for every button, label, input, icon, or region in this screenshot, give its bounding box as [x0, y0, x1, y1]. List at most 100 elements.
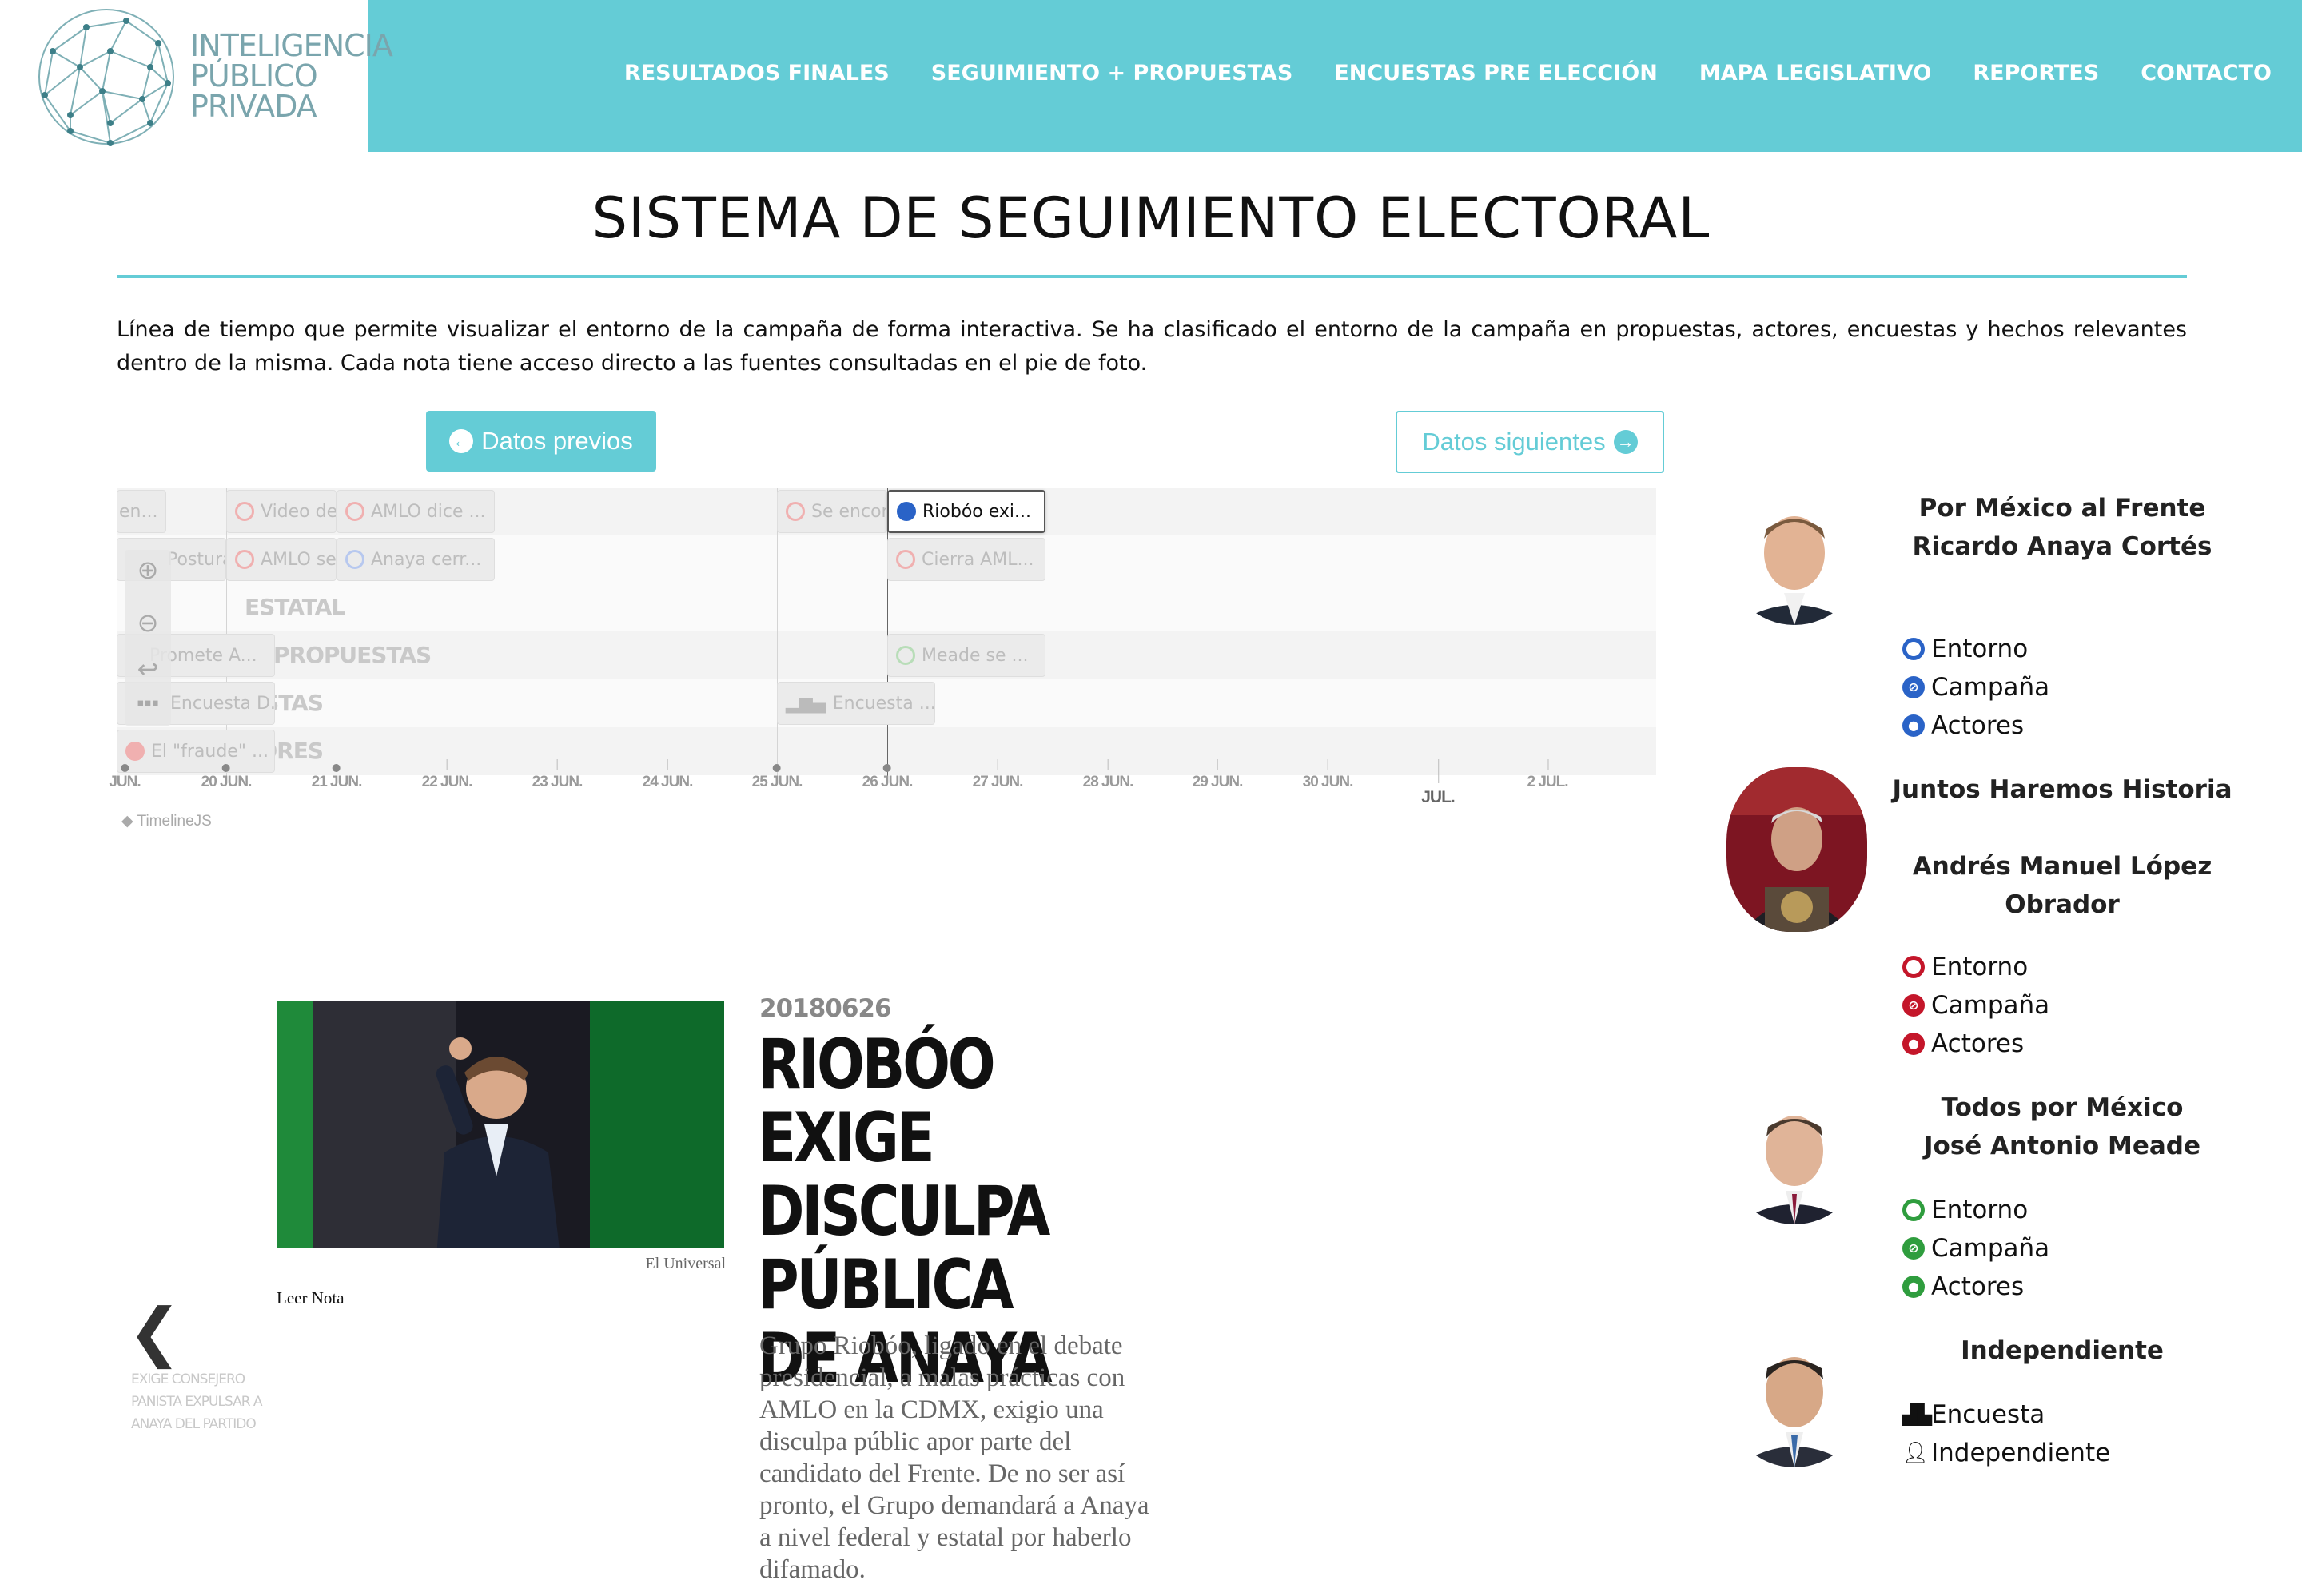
timeline-axis: JUN. 20 JUN. 21 JUN. 22 JUN. 23 JUN. 24 … [109, 759, 1656, 822]
candidate-legend: Entorno ⊘ Campaña ● Actores [1902, 1191, 2049, 1306]
marker-label: AMLO dice ... [371, 501, 486, 522]
campaign-icon [896, 550, 915, 569]
bar-chart-icon: ▟▙ [1902, 1403, 1932, 1426]
marker-label: El "fraude" ... [151, 741, 269, 762]
axis-tick: 30 JUN. [1303, 759, 1353, 791]
title-divider [117, 275, 2187, 278]
previous-slide-title[interactable]: EXIGE CONSEJERO PANISTA EXPULSAR A ANAYA… [131, 1368, 267, 1435]
timeline-marker[interactable]: Video de [226, 490, 337, 533]
next-data-button[interactable]: Datos siguientes → [1396, 411, 1664, 473]
arrow-left-circle-icon: ← [449, 429, 474, 453]
previous-data-label: Datos previos [481, 427, 633, 455]
timeline-marker[interactable]: AMLO se [226, 538, 337, 581]
marker-label: en... [119, 501, 158, 522]
bar-chart-icon: ▂▆▄ [786, 693, 826, 714]
timelinejs-credit[interactable]: ◆ TimelineJS [121, 812, 212, 830]
legend-item: ⊘ Campaña [1902, 986, 2049, 1025]
nav-mapa-legislativo[interactable]: MAPA LEGISLATIVO [1699, 61, 1932, 86]
nav-seguimiento-propuestas[interactable]: SEGUIMIENTO + PROPUESTAS [931, 61, 1293, 86]
previous-data-button[interactable]: ← Datos previos [426, 411, 656, 472]
zoom-in-icon[interactable]: ⊕ [125, 555, 171, 585]
back-arrow-icon[interactable]: ↩ [125, 654, 171, 684]
marker-label: AMLO se [261, 549, 337, 570]
axis-tick: 27 JUN. [973, 759, 1023, 791]
more-icon[interactable]: ▪▪▪ [125, 691, 171, 715]
campaign-icon [345, 550, 364, 569]
marker-label: Encuesta D... [170, 693, 275, 714]
timeline-row [117, 583, 1656, 631]
no-sign-icon: ⊘ [1902, 1237, 1925, 1260]
axis-tick: 21 JUN. [312, 764, 362, 791]
nav-resultados-finales[interactable]: RESULTADOS FINALES [624, 61, 890, 86]
speech-bubble-icon [786, 502, 805, 521]
candidate-coalition: Juntos Haremos Historia [1892, 775, 2232, 804]
next-data-label: Datos siguientes [1422, 428, 1606, 456]
image-credit[interactable]: El Universal [277, 1255, 726, 1273]
nav-encuestas-pre-eleccion[interactable]: ENCUESTAS PRE ELECCIÓN [1334, 61, 1657, 86]
chevron-left-icon[interactable]: ❮ [128, 1295, 181, 1369]
candidate-photo [1726, 1089, 1862, 1224]
timeline-marker[interactable]: Se encon [777, 490, 887, 533]
campaign-icon [235, 550, 254, 569]
legend-item: ⊘ Campaña [1902, 668, 2049, 706]
nav-reportes[interactable]: REPORTES [1973, 61, 2099, 86]
axis-tick: 29 JUN. [1193, 759, 1243, 791]
marker-label: Video de [261, 501, 337, 522]
marker-label: Postura [167, 549, 225, 570]
speech-bubble-icon [1902, 1199, 1925, 1221]
axis-tick: JUN. [109, 764, 141, 791]
axis-tick: 28 JUN. [1083, 759, 1133, 791]
speech-bubble-icon [1902, 956, 1925, 978]
geodesic-sphere-icon [38, 9, 174, 146]
timeline-marker[interactable]: en... [117, 490, 166, 533]
timeline-marker[interactable]: ▂▆▄ Encuesta ... [777, 682, 935, 725]
axis-tick: 20 JUN. [201, 764, 252, 791]
axis-tick: 23 JUN. [532, 759, 583, 791]
candidate-legend: Entorno ⊘ Campaña ● Actores [1902, 630, 2049, 745]
marker-label: Anaya cerr... [371, 549, 482, 570]
logo-line-1: INTELIGENCIA [190, 28, 393, 63]
read-article-link[interactable]: Leer Nota [277, 1288, 345, 1308]
speech-bubble-icon [897, 502, 916, 521]
intro-paragraph: Línea de tiempo que permite visualizar e… [117, 317, 2187, 376]
person-icon: ● [1902, 1033, 1925, 1055]
logo-line-3: PRIVADA [190, 89, 317, 124]
person-icon: ● [1902, 714, 1925, 737]
candidate-photo [1726, 489, 1862, 625]
arrow-right-circle-icon: → [1613, 430, 1638, 454]
logo-wordmark: INTELIGENCIA PÚBLICO PRIVADA [190, 28, 393, 124]
marker-label: Se encon [811, 501, 887, 522]
multi-party-icon [896, 646, 915, 665]
nav-contacto[interactable]: CONTACTO [2141, 61, 2272, 86]
timeline-marker[interactable]: El "fraude" ... [117, 730, 275, 773]
legend-item: Entorno [1902, 630, 2049, 668]
top-header: INTELIGENCIA PÚBLICO PRIVADA RESULTADOS … [0, 0, 2302, 152]
logo[interactable]: INTELIGENCIA PÚBLICO PRIVADA [0, 0, 393, 152]
axis-tick: 22 JUN. [422, 759, 472, 791]
timeline[interactable]: ESTATAL PROPUESTAS ENCUESTAS ACTORES en.… [109, 488, 1656, 830]
group-label-propuestas: PROPUESTAS [273, 642, 432, 668]
marker-label: Encuesta ... [832, 693, 935, 714]
timeline-marker[interactable]: Cierra AML... [887, 538, 1045, 581]
timeline-marker[interactable]: AMLO dice ... [337, 490, 495, 533]
timeline-marker[interactable]: Anaya cerr... [337, 538, 495, 581]
zoom-controls: ⊕ ⊖ ↩ ▪▪▪ [125, 550, 171, 726]
axis-tick: 25 JUN. [752, 764, 803, 791]
legend-item: 👤︎ Independiente [1902, 1434, 2110, 1472]
person-icon: 👤︎ [1902, 1441, 1930, 1465]
logo-line-2: PÚBLICO [190, 58, 318, 94]
timeline-marker[interactable]: Meade se ... [887, 634, 1045, 677]
legend-item: Entorno [1902, 1191, 2049, 1229]
group-label-actores: ACTORES [273, 738, 323, 764]
no-sign-icon: ⊘ [1902, 994, 1925, 1017]
candidate-name: Andrés Manuel López Obrador [1912, 852, 2212, 919]
no-sign-icon: ⊘ [1902, 676, 1925, 698]
legend-item: ⊘ Campaña [1902, 1229, 2049, 1268]
speech-bubble-icon [1902, 638, 1925, 660]
legend-item: ● Actores [1902, 706, 2049, 745]
legend-item: Entorno [1902, 948, 2049, 986]
zoom-out-icon[interactable]: ⊖ [125, 607, 171, 638]
article-date: 20180626 [759, 994, 892, 1023]
timeline-marker-active[interactable]: Riobóo exi... [887, 490, 1045, 533]
legend-item: ● Actores [1902, 1025, 2049, 1063]
